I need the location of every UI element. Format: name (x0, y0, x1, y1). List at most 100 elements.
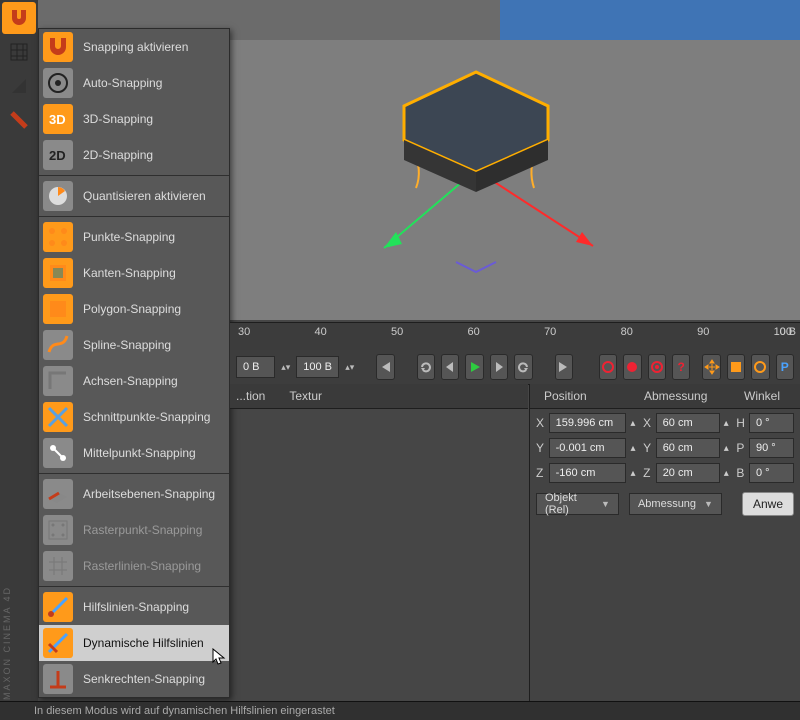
menu-item-label: Schnittpunkte-Snapping (83, 410, 210, 424)
menu-item-intersect[interactable]: Schnittpunkte-Snapping (39, 399, 229, 435)
stepper-icon[interactable]: ▴ (724, 443, 733, 454)
stepper-icon[interactable]: ▴ (630, 468, 639, 479)
spline-icon (43, 330, 73, 360)
coord-header: Position Abmessung Winkel (530, 384, 800, 409)
pos-field[interactable]: 159.996 cm (549, 413, 627, 433)
menu-item-label: Auto-Snapping (83, 76, 162, 90)
angle-field[interactable]: 0 ° (749, 463, 794, 483)
size-mode-dropdown[interactable]: Abmessung▼ (629, 493, 722, 515)
menu-item-workplane[interactable]: Arbeitsebenen-Snapping (39, 476, 229, 512)
menu-item-enable-snap[interactable]: Snapping aktivieren (39, 29, 229, 65)
menu-item-gridpoint[interactable]: Rasterpunkt-Snapping (39, 512, 229, 548)
stepper-icon[interactable]: ▴ (630, 443, 639, 454)
keyframe-button[interactable] (648, 354, 666, 380)
mode-dropdown[interactable]: Objekt (Rel) ▼ (536, 493, 619, 515)
attribute-tabs: ...tion Textur (230, 384, 528, 409)
menu-item-label: Achsen-Snapping (83, 374, 178, 388)
play-last-button[interactable] (555, 354, 573, 380)
apply-button[interactable]: Anwe (742, 492, 794, 516)
play-first-button[interactable] (376, 354, 394, 380)
coord-row-x: X159.996 cm▴X60 cm▴H0 ° (530, 412, 800, 434)
auto-icon (43, 68, 73, 98)
opt-scale-button[interactable] (727, 354, 745, 380)
menu-item-quantize[interactable]: Quantisieren aktivieren (39, 178, 229, 214)
menu-item-auto-snap[interactable]: Auto-Snapping (39, 65, 229, 101)
opt-move-button[interactable] (702, 354, 720, 380)
menu-item-polys[interactable]: Polygon-Snapping (39, 291, 229, 327)
autokey-button[interactable] (623, 354, 641, 380)
menu-item-gridline[interactable]: Rasterlinien-Snapping (39, 548, 229, 584)
stepper-icon[interactable]: ▴▾ (345, 362, 354, 373)
perp-icon (43, 664, 73, 694)
menu-item-points[interactable]: Punkte-Snapping (39, 219, 229, 255)
menu-item-dynguide[interactable]: Dynamische Hilfslinien (39, 625, 229, 661)
rotate-icon (753, 360, 767, 374)
angle-field[interactable]: 0 ° (749, 413, 794, 433)
chevron-down-icon: ▼ (601, 499, 610, 509)
edges-icon (43, 258, 73, 288)
pos-field[interactable]: -160 cm (549, 463, 627, 483)
hdr-angle: Winkel (730, 389, 800, 403)
angle-label: H (736, 416, 745, 430)
goto-start-icon (378, 360, 392, 374)
3d-icon: 3D (43, 104, 73, 134)
menu-item-snap-3d[interactable]: 3D3D-Snapping (39, 101, 229, 137)
play-button[interactable] (465, 354, 483, 380)
menu-item-label: Snapping aktivieren (83, 40, 188, 54)
menu-item-axes[interactable]: Achsen-Snapping (39, 363, 229, 399)
size-field[interactable]: 20 cm (656, 463, 720, 483)
mode-dropdown-label: Objekt (Rel) (545, 492, 593, 516)
menu-item-perp[interactable]: Senkrechten-Snapping (39, 661, 229, 697)
axis-label: Y (536, 441, 545, 455)
menu-item-snap-2d[interactable]: 2D2D-Snapping (39, 137, 229, 173)
angle-field[interactable]: 90 ° (749, 438, 794, 458)
stepper-icon[interactable]: ▴ (630, 418, 639, 429)
menu-item-spline[interactable]: Spline-Snapping (39, 327, 229, 363)
guide-icon (43, 592, 73, 622)
ruler-tick: 70 (544, 326, 556, 338)
menu-item-label: Kanten-Snapping (83, 266, 176, 280)
magnet-icon (43, 32, 73, 62)
size-field[interactable]: 60 cm (656, 413, 720, 433)
move-icon (704, 359, 720, 375)
menu-item-label: Polygon-Snapping (83, 302, 181, 316)
opt-param-button[interactable]: P (776, 354, 794, 380)
timeline-ruler[interactable]: 30405060708090100 0 B (230, 322, 800, 352)
record-button[interactable] (599, 354, 617, 380)
field-frame-end[interactable]: 100 B (296, 356, 339, 378)
goto-end-icon (557, 360, 571, 374)
mid-icon (43, 438, 73, 468)
stepper-icon[interactable]: ▴▾ (281, 362, 290, 373)
tab-textur[interactable]: Textur (289, 389, 322, 403)
step-back-button[interactable] (441, 354, 459, 380)
transport-bar: 0 B ▴▾ 100 B ▴▾ ? P (230, 350, 800, 385)
step-fwd-button[interactable] (490, 354, 508, 380)
hdr-size: Abmessung (630, 389, 730, 403)
menu-item-edges[interactable]: Kanten-Snapping (39, 255, 229, 291)
menu-item-guide[interactable]: Hilfslinien-Snapping (39, 589, 229, 625)
help-button[interactable]: ? (672, 354, 690, 380)
ruler-tick: 40 (315, 326, 327, 338)
tool-snap-magnet[interactable] (2, 2, 36, 34)
coord-row-z: Z-160 cm▴Z20 cm▴B0 ° (530, 462, 800, 484)
loop-button[interactable] (417, 354, 435, 380)
loop-fwd-button[interactable] (514, 354, 532, 380)
ruler-tick: 50 (391, 326, 403, 338)
tool-snap-mode[interactable] (2, 104, 36, 136)
menu-item-label: Spline-Snapping (83, 338, 171, 352)
field-frame-start[interactable]: 0 B (236, 356, 275, 378)
tab-partial[interactable]: ...tion (236, 389, 265, 403)
tool-grid[interactable] (2, 36, 36, 68)
angle-label: B (736, 466, 745, 480)
status-bar: In diesem Modus wird auf dynamischen Hil… (0, 701, 800, 720)
menu-item-midpoint[interactable]: Mittelpunkt-Snapping (39, 435, 229, 471)
stepper-icon[interactable]: ▴ (724, 418, 733, 429)
plane-icon (43, 479, 73, 509)
stepper-icon[interactable]: ▴ (724, 468, 733, 479)
size-field[interactable]: 60 cm (656, 438, 720, 458)
opt-rotate-button[interactable] (751, 354, 769, 380)
tool-corner[interactable] (2, 70, 36, 102)
play-icon (468, 360, 482, 374)
pos-field[interactable]: -0.001 cm (549, 438, 627, 458)
menu-item-label: 2D-Snapping (83, 148, 153, 162)
